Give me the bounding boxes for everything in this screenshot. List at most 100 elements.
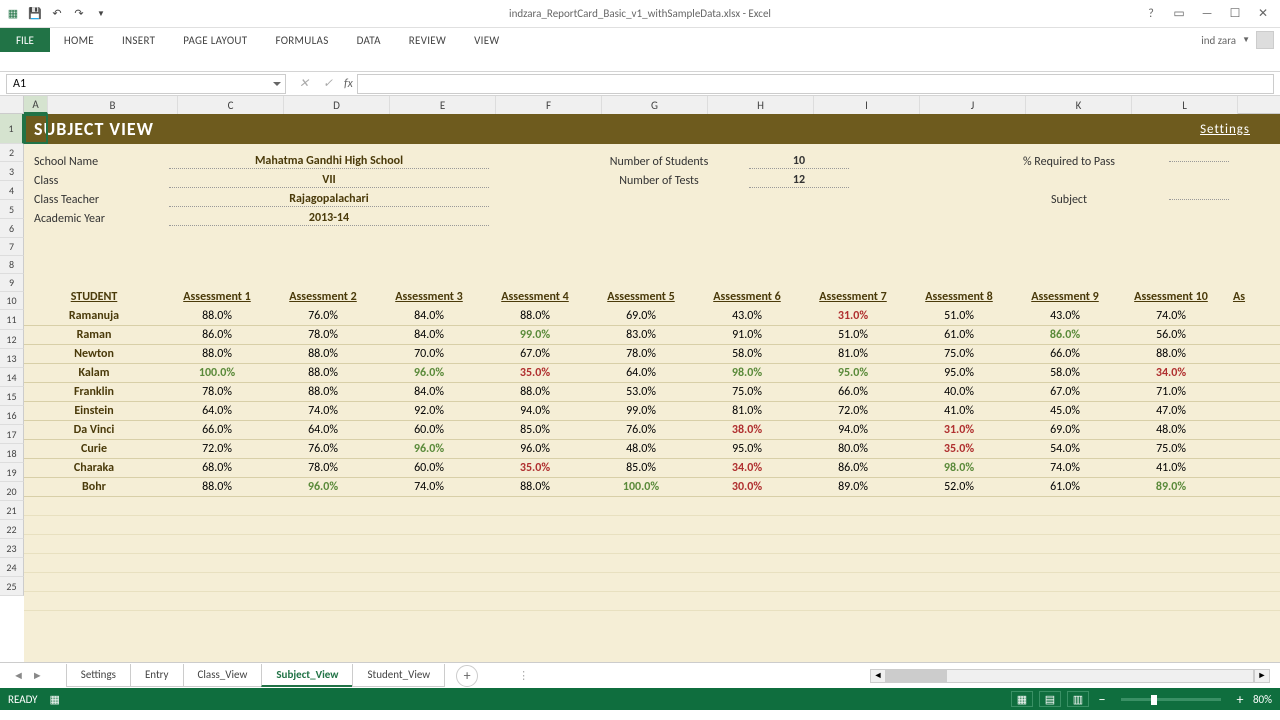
normal-view-icon[interactable]: ▦ (1011, 691, 1033, 707)
add-sheet-button[interactable]: + (456, 665, 478, 687)
col-header[interactable]: E (390, 96, 496, 114)
col-header[interactable]: B (48, 96, 178, 114)
row-header[interactable]: 22 (0, 520, 24, 539)
row-header[interactable]: 25 (0, 577, 24, 596)
sheet-tab[interactable]: Student_View (352, 664, 445, 687)
row-header[interactable]: 3 (0, 162, 24, 181)
undo-icon[interactable]: ↶ (48, 5, 66, 23)
row-header[interactable]: 5 (0, 200, 24, 219)
row-header[interactable]: 2 (0, 144, 24, 162)
select-all-corner[interactable] (0, 96, 24, 114)
assessment-cell: 91.0% (694, 328, 800, 342)
save-icon[interactable]: 💾 (26, 5, 44, 23)
settings-link[interactable]: Settings (1200, 122, 1250, 137)
scroll-left-icon[interactable]: ◄ (870, 669, 886, 683)
row-header[interactable]: 24 (0, 558, 24, 577)
table-row: Raman86.0%78.0%84.0%99.0%83.0%91.0%51.0%… (24, 326, 1280, 345)
zoom-out-icon[interactable]: − (1095, 692, 1109, 706)
assessment-cell: 75.0% (1118, 442, 1224, 456)
col-header[interactable]: F (496, 96, 602, 114)
col-header[interactable]: D (284, 96, 390, 114)
macro-record-icon[interactable]: ▦ (50, 693, 60, 706)
row-header[interactable]: 21 (0, 501, 24, 520)
assessment-cell: 74.0% (1012, 461, 1118, 475)
col-header[interactable]: K (1026, 96, 1132, 114)
sheet-tab[interactable]: Subject_View (261, 664, 353, 687)
row-header[interactable]: 20 (0, 482, 24, 501)
row-header[interactable]: 16 (0, 406, 24, 425)
assessment-cell: 88.0% (482, 385, 588, 399)
user-account[interactable]: ind zara▼ (1201, 31, 1280, 49)
scroll-thumb[interactable] (887, 670, 947, 682)
row-header[interactable]: 15 (0, 387, 24, 406)
cancel-formula-icon[interactable]: ✕ (292, 74, 316, 94)
row-header[interactable]: 12 (0, 330, 24, 349)
assessment-cell: 88.0% (482, 480, 588, 494)
row-header[interactable]: 13 (0, 349, 24, 368)
close-icon[interactable]: ✕ (1250, 4, 1276, 24)
row-header[interactable]: 9 (0, 274, 24, 292)
col-header[interactable]: A (24, 96, 48, 114)
row-header[interactable]: 4 (0, 181, 24, 200)
name-box[interactable]: A1 (6, 74, 286, 94)
minimize-icon[interactable]: — (1194, 4, 1220, 24)
tab-home[interactable]: HOME (50, 28, 108, 52)
row-header[interactable]: 1 (0, 114, 24, 144)
col-header[interactable]: J (920, 96, 1026, 114)
page-layout-view-icon[interactable]: ▤ (1039, 691, 1061, 707)
col-header[interactable]: G (602, 96, 708, 114)
row-header[interactable]: 6 (0, 219, 24, 238)
tab-nav[interactable]: ◄► (10, 669, 46, 682)
file-tab[interactable]: FILE (0, 28, 50, 52)
tab-formulas[interactable]: FORMULAS (261, 28, 342, 52)
sheet-tab[interactable]: Entry (130, 664, 184, 687)
assessment-cell: 85.0% (588, 461, 694, 475)
assessment-cell: 76.0% (270, 309, 376, 323)
qat-customize-icon[interactable]: ▼ (92, 5, 110, 23)
student-name: Curie (24, 442, 164, 456)
label-year: Academic Year (34, 212, 169, 226)
row-header[interactable]: 19 (0, 463, 24, 482)
col-header[interactable]: L (1132, 96, 1238, 114)
tab-review[interactable]: REVIEW (395, 28, 460, 52)
zoom-slider[interactable] (1121, 698, 1221, 701)
formula-input[interactable] (357, 74, 1274, 94)
scroll-right-icon[interactable]: ► (1254, 669, 1270, 683)
zoom-level[interactable]: 80% (1253, 693, 1272, 706)
redo-icon[interactable]: ↷ (70, 5, 88, 23)
help-icon[interactable]: ? (1138, 4, 1164, 24)
student-name: Kalam (24, 366, 164, 380)
row-header[interactable]: 18 (0, 444, 24, 463)
tab-pagelayout[interactable]: PAGE LAYOUT (169, 28, 261, 52)
col-header[interactable]: H (708, 96, 814, 114)
tab-insert[interactable]: INSERT (108, 28, 169, 52)
col-header[interactable]: I (814, 96, 920, 114)
table-header: Assessment 1 (164, 290, 270, 304)
sheet-tab[interactable]: Class_View (183, 664, 263, 687)
assessment-cell: 41.0% (1118, 461, 1224, 475)
row-header[interactable]: 8 (0, 256, 24, 274)
maximize-icon[interactable]: ☐ (1222, 4, 1248, 24)
row-header[interactable]: 23 (0, 539, 24, 558)
row-header[interactable]: 11 (0, 310, 24, 330)
assessment-cell: 88.0% (270, 366, 376, 380)
assessment-cell: 100.0% (588, 480, 694, 494)
table-row: Da Vinci66.0%64.0%60.0%85.0%76.0%38.0%94… (24, 421, 1280, 440)
insert-function-icon[interactable]: fx (340, 77, 357, 91)
zoom-in-icon[interactable]: + (1233, 692, 1247, 706)
tab-view[interactable]: VIEW (460, 28, 513, 52)
tab-data[interactable]: DATA (343, 28, 395, 52)
horizontal-scrollbar[interactable]: ◄ ► (870, 669, 1270, 683)
enter-formula-icon[interactable]: ✓ (316, 74, 340, 94)
sheet-tab[interactable]: Settings (66, 664, 131, 687)
col-header[interactable]: C (178, 96, 284, 114)
row-header[interactable]: 14 (0, 368, 24, 387)
row-header[interactable]: 10 (0, 292, 24, 310)
assessment-cell: 96.0% (376, 366, 482, 380)
row-header[interactable]: 7 (0, 238, 24, 256)
page-break-view-icon[interactable]: ▥ (1067, 691, 1089, 707)
row-header[interactable]: 17 (0, 425, 24, 444)
assessment-cell: 58.0% (1012, 366, 1118, 380)
worksheet-grid[interactable]: SUBJECT VIEW Settings School Name Mahatm… (24, 114, 1280, 662)
ribbon-options-icon[interactable]: ▭ (1166, 4, 1192, 24)
